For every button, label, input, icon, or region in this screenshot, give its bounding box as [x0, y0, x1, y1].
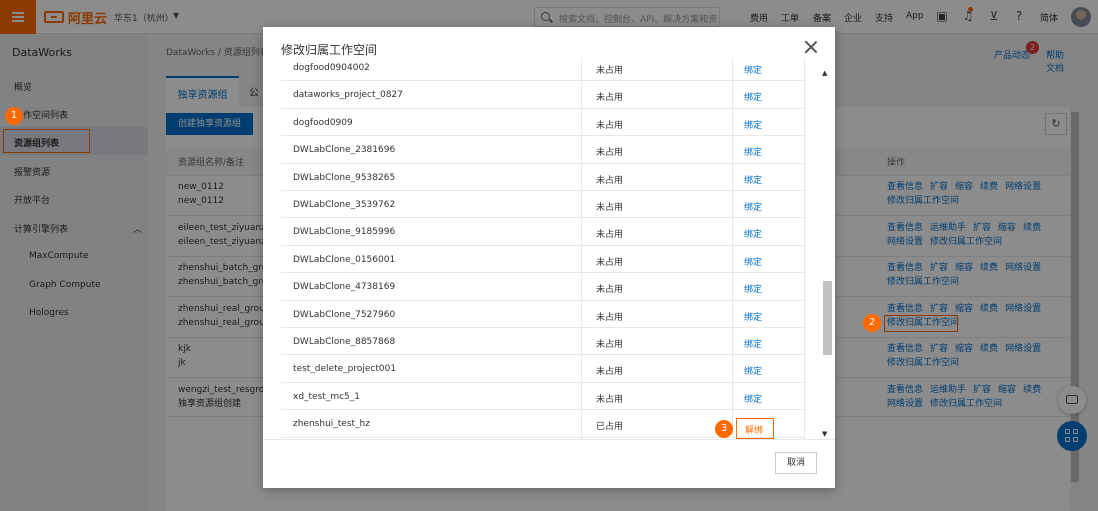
dialog-title: 修改归属工作空间 — [281, 43, 378, 57]
step-marker-3: 3 — [715, 420, 733, 438]
workspace-name: dogfood0909 — [293, 117, 353, 128]
workspace-status: 未占用 — [596, 230, 624, 241]
workspace-status: 未占用 — [596, 285, 624, 296]
bind-link[interactable]: 绑定 — [744, 118, 762, 131]
column-divider — [581, 58, 582, 439]
bind-link[interactable]: 绑定 — [744, 200, 762, 213]
workspace-row: DWLabClone_7527960 未占用 绑定 — [281, 301, 805, 328]
cancel-button[interactable]: 取消 — [775, 452, 817, 474]
workspace-name: DWLabClone_8857868 — [293, 337, 396, 347]
workspace-name: xd_test_mc5_1 — [293, 391, 360, 402]
workspace-status: 未占用 — [596, 367, 624, 378]
workspace-name: DWLabClone_2381696 — [293, 145, 396, 156]
bind-link[interactable]: 绑定 — [744, 145, 762, 158]
workspace-row: dogfood0909 未占用 绑定 — [281, 109, 805, 137]
workspace-row: DWLabClone_4738169 未占用 绑定 — [281, 273, 805, 301]
workspace-row: DWLabClone_9185996 未占用 绑定 — [281, 218, 805, 246]
workspace-status: 未占用 — [596, 312, 624, 323]
workspace-name: DWLabClone_7527960 — [293, 309, 396, 320]
workspace-name: dogfood0904002 — [293, 63, 370, 73]
workspace-name: dataworks_project_0827 — [293, 90, 403, 101]
bind-link[interactable]: 绑定 — [744, 90, 762, 103]
bind-link[interactable]: 绑定 — [744, 173, 762, 186]
bind-link[interactable]: 绑定 — [744, 63, 762, 76]
bind-link[interactable]: 绑定 — [744, 392, 762, 405]
dialog-footer-divider — [263, 439, 835, 440]
workspace-table: zhenshui_test_hz已占用解绑xd_test_mc5_1未占用绑定t… — [281, 58, 805, 439]
workspace-status: 未占用 — [596, 340, 624, 350]
workspace-name: DWLabClone_9185996 — [293, 227, 396, 238]
workspace-status: 已占用 — [596, 422, 624, 433]
workspace-row: DWLabClone_0156001 未占用 绑定 — [281, 246, 805, 274]
workspace-status: 未占用 — [596, 66, 624, 76]
bind-link[interactable]: 绑定 — [744, 227, 762, 240]
workspace-name: DWLabClone_3539762 — [293, 200, 396, 210]
column-divider — [804, 58, 805, 439]
workspace-name: DWLabClone_4738169 — [293, 282, 396, 293]
workspace-status: 未占用 — [596, 394, 624, 405]
workspace-status: 未占用 — [596, 257, 624, 268]
workspace-name: DWLabClone_9538265 — [293, 172, 396, 183]
workspace-row: DWLabClone_9538265 未占用 绑定 — [281, 164, 805, 191]
workspace-name: DWLabClone_0156001 — [293, 254, 396, 265]
bind-link[interactable]: 绑定 — [744, 310, 762, 323]
column-divider — [732, 58, 733, 439]
change-workspace-dialog: 修改归属工作空间 zhenshui_test_hz 已占用 解绑 xd_test_mc… — [263, 27, 835, 488]
step-marker-2: 2 — [863, 314, 881, 332]
step-marker-1: 1 — [5, 107, 23, 125]
workspace-row: dogfood0904002 未占用 绑定 — [281, 58, 805, 82]
workspace-status: 未占用 — [596, 148, 624, 159]
scroll-down-icon[interactable]: ▼ — [822, 430, 827, 438]
workspace-name: zhenshui_test_hz — [293, 419, 370, 430]
close-icon[interactable] — [803, 39, 819, 55]
workspace-name: test_delete_project001 — [293, 364, 397, 375]
bind-link[interactable]: 绑定 — [744, 337, 762, 350]
scroll-up-icon[interactable]: ▲ — [822, 69, 827, 77]
workspace-row: DWLabClone_8857868 未占用 绑定 — [281, 328, 805, 356]
dialog-scrollbar-thumb[interactable] — [823, 281, 832, 355]
workspace-status: 未占用 — [596, 93, 624, 104]
workspace-status: 未占用 — [596, 175, 624, 186]
workspace-row: dataworks_project_0827 未占用 绑定 — [281, 81, 805, 109]
workspace-status: 未占用 — [596, 203, 624, 213]
workspace-row: test_delete_project001 未占用 绑定 — [281, 355, 805, 383]
bind-link[interactable]: 绑定 — [744, 255, 762, 268]
workspace-row: DWLabClone_3539762 未占用 绑定 — [281, 191, 805, 219]
workspace-row: xd_test_mc5_1 未占用 绑定 — [281, 383, 805, 411]
unbind-button[interactable]: 解绑 — [745, 423, 763, 436]
bind-link[interactable]: 绑定 — [744, 364, 762, 377]
workspace-status: 未占用 — [596, 120, 624, 131]
workspace-row: DWLabClone_2381696 未占用 绑定 — [281, 136, 805, 164]
bind-link[interactable]: 绑定 — [744, 282, 762, 295]
